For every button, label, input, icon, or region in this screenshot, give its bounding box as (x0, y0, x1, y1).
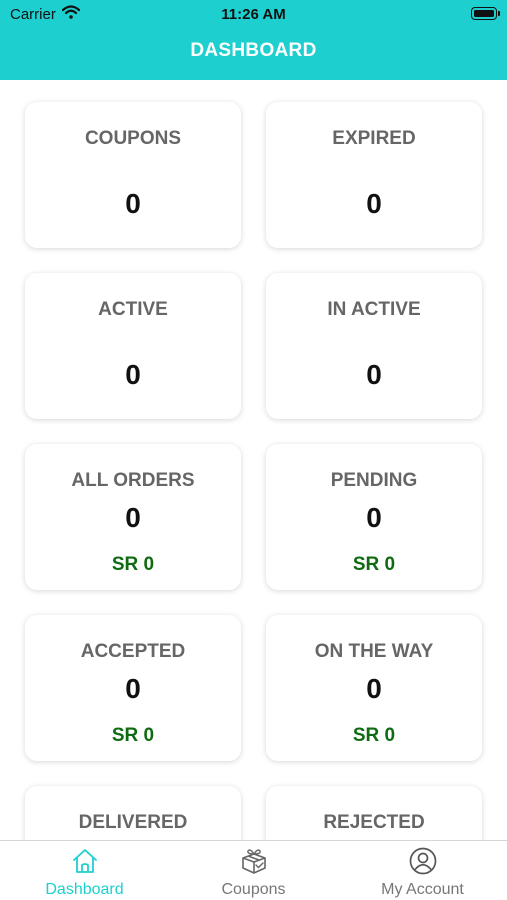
coupons-card[interactable]: COUPONS 0 (25, 102, 241, 248)
card-count: 0 (366, 502, 382, 533)
tab-my-account[interactable]: My Account (338, 841, 507, 900)
accepted-card[interactable]: ACCEPTED 0 SR 0 (25, 615, 241, 761)
all-orders-card[interactable]: ALL ORDERS 0 SR 0 (25, 444, 241, 590)
card-label: ACCEPTED (80, 641, 186, 662)
expired-card[interactable]: EXPIRED 0 (266, 102, 482, 248)
card-label: PENDING (330, 470, 418, 491)
card-amount: SR 0 (111, 554, 155, 575)
card-label: COUPONS (84, 128, 182, 149)
card-label: REJECTED (323, 812, 425, 833)
card-amount: SR 0 (352, 725, 396, 746)
card-count: 0 (366, 188, 382, 219)
user-circle-icon (409, 847, 437, 875)
tab-dashboard[interactable]: Dashboard (0, 841, 169, 900)
top-header: Carrier 11:26 AM DASHBOARD (0, 0, 507, 80)
pending-card[interactable]: PENDING 0 SR 0 (266, 444, 482, 590)
card-count: 0 (366, 359, 382, 390)
bottom-tab-bar: Dashboard Coupons My Account (0, 840, 507, 900)
tab-label: My Account (381, 881, 464, 898)
tab-label: Coupons (221, 881, 286, 898)
status-bar: Carrier 11:26 AM (0, 0, 507, 30)
home-icon (73, 849, 97, 873)
card-amount: SR 0 (111, 725, 155, 746)
dashboard-content[interactable]: COUPONS 0 EXPIRED 0 ACTIVE 0 IN ACTIVE 0… (0, 80, 507, 840)
delivered-card[interactable]: DELIVERED (25, 786, 241, 840)
card-count: 0 (125, 673, 141, 704)
clock-time: 11:26 AM (221, 6, 286, 23)
rejected-card[interactable]: REJECTED (266, 786, 482, 840)
card-label: ON THE WAY (314, 641, 434, 662)
card-count: 0 (125, 502, 141, 533)
card-label: DELIVERED (78, 812, 188, 833)
page-title: DASHBOARD (190, 40, 317, 61)
on-the-way-card[interactable]: ON THE WAY 0 SR 0 (266, 615, 482, 761)
card-label: EXPIRED (332, 128, 416, 149)
active-card[interactable]: ACTIVE 0 (25, 273, 241, 419)
card-label: ALL ORDERS (71, 470, 195, 491)
card-count: 0 (366, 673, 382, 704)
card-count: 0 (125, 359, 141, 390)
inactive-card[interactable]: IN ACTIVE 0 (266, 273, 482, 419)
card-count: 0 (125, 188, 141, 219)
card-label: ACTIVE (98, 299, 168, 320)
tab-coupons[interactable]: Coupons (169, 841, 338, 900)
battery-icon (471, 7, 500, 20)
tab-label: Dashboard (45, 881, 124, 898)
card-label: IN ACTIVE (327, 299, 421, 320)
card-amount: SR 0 (352, 554, 396, 575)
gift-box-icon (242, 849, 266, 874)
